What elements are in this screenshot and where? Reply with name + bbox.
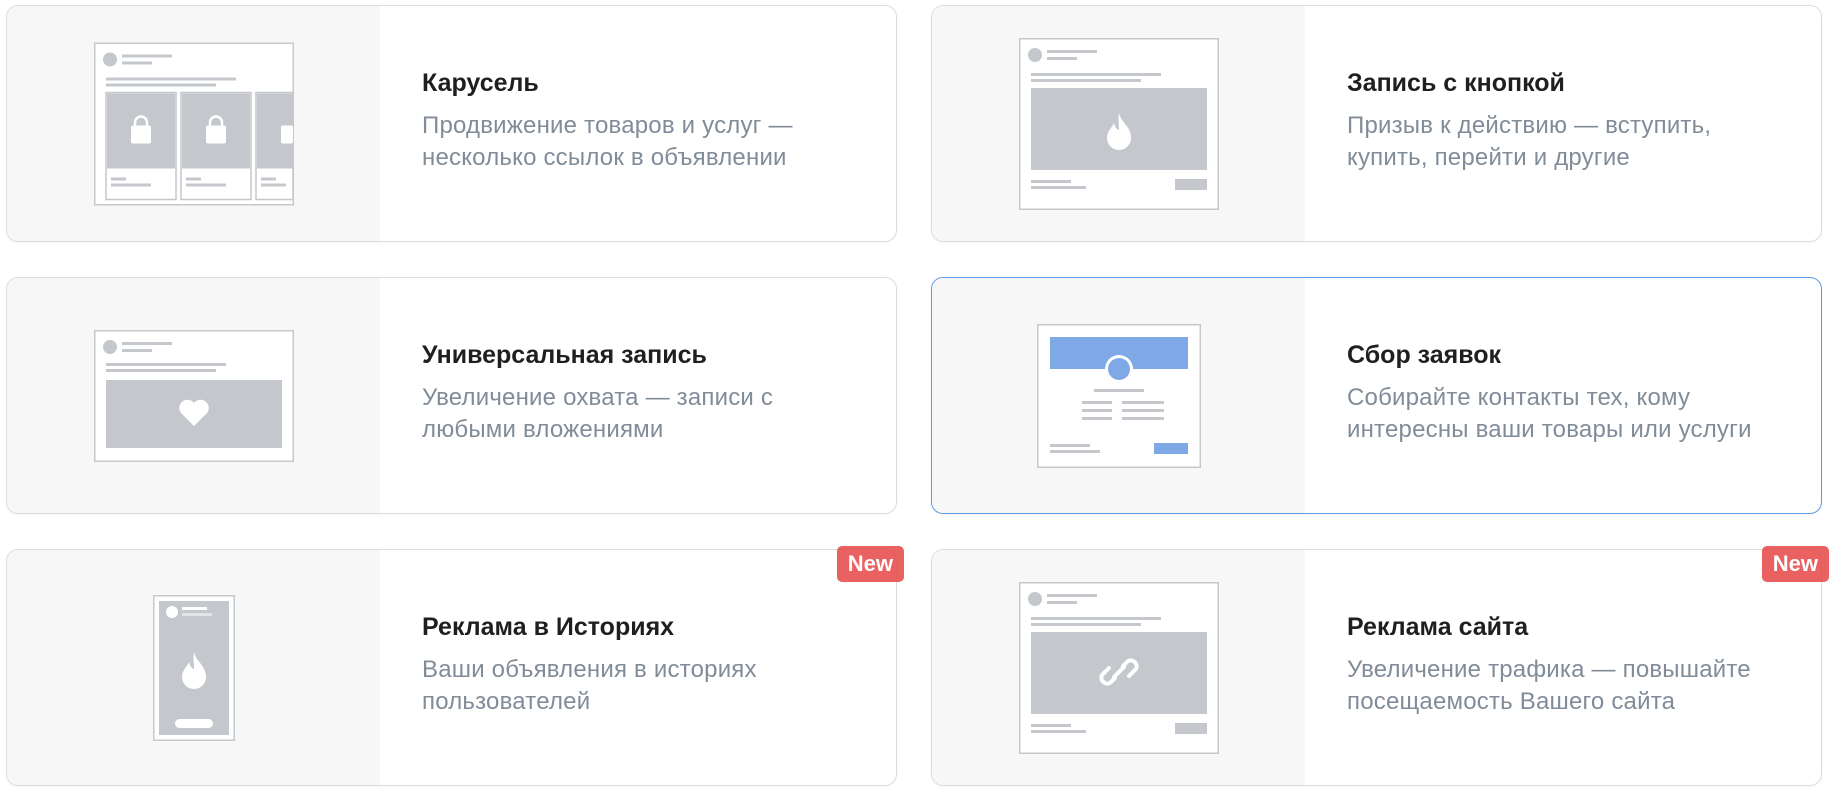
ad-format-card-carousel[interactable]: Карусель Продвижение товаров и услуг — н… (6, 5, 897, 242)
new-badge: New (836, 546, 904, 582)
card-text: Сбор заявок Собирайте контакты тех, кому… (1347, 340, 1801, 446)
card-preview (932, 6, 1305, 241)
card-text: Реклама сайта Увеличение трафика — повыш… (1347, 612, 1801, 718)
card-title: Реклама в Историях (422, 613, 675, 641)
card-preview (932, 550, 1305, 785)
card-preview (932, 278, 1305, 513)
ad-format-grid: Карусель Продвижение товаров и услуг — н… (0, 0, 1836, 792)
card-preview (7, 550, 380, 785)
card-text: Реклама в Историях Ваши объявления в ист… (422, 612, 876, 718)
card-description: Продвижение товаров и услуг — несколько … (422, 112, 793, 171)
card-preview (7, 6, 380, 241)
card-description: Ваши объявления в историях пользователей (422, 656, 757, 715)
post-with-button-preview-icon (1018, 37, 1219, 210)
card-title: Запись с кнопкой (1347, 69, 1565, 97)
universal-post-preview-icon (93, 329, 294, 462)
ad-format-card-website[interactable]: Реклама сайта Увеличение трафика — повыш… (931, 546, 1829, 786)
card-title: Сбор заявок (1347, 341, 1502, 369)
card-title: Реклама сайта (1347, 613, 1529, 641)
ad-format-card-stories[interactable]: Реклама в Историях Ваши объявления в ист… (6, 546, 904, 786)
ad-format-card-post-with-button[interactable]: Запись с кнопкой Призыв к действию — вст… (931, 5, 1822, 242)
carousel-preview-icon (93, 42, 294, 205)
ad-format-card-lead-form[interactable]: Сбор заявок Собирайте контакты тех, кому… (931, 277, 1822, 514)
website-ad-preview-icon (1018, 581, 1219, 754)
card-description: Увеличение охвата — записи с любыми влож… (422, 384, 774, 443)
card-description: Призыв к действию — вступить, купить, пе… (1347, 112, 1712, 171)
lead-form-preview-icon (1036, 323, 1201, 468)
ad-format-card-universal-post[interactable]: Универсальная запись Увеличение охвата —… (6, 277, 897, 514)
card-text: Запись с кнопкой Призыв к действию — вст… (1347, 68, 1801, 174)
card-text: Карусель Продвижение товаров и услуг — н… (422, 68, 876, 174)
new-badge: New (1761, 546, 1829, 582)
card-text: Универсальная запись Увеличение охвата —… (422, 340, 876, 446)
card-description: Увеличение трафика — повышайте посещаемо… (1347, 656, 1751, 715)
card-title: Универсальная запись (422, 341, 707, 369)
card-preview (7, 278, 380, 513)
stories-preview-icon (152, 594, 235, 741)
card-title: Карусель (422, 69, 539, 97)
card-description: Собирайте контакты тех, кому интересны в… (1347, 384, 1752, 443)
